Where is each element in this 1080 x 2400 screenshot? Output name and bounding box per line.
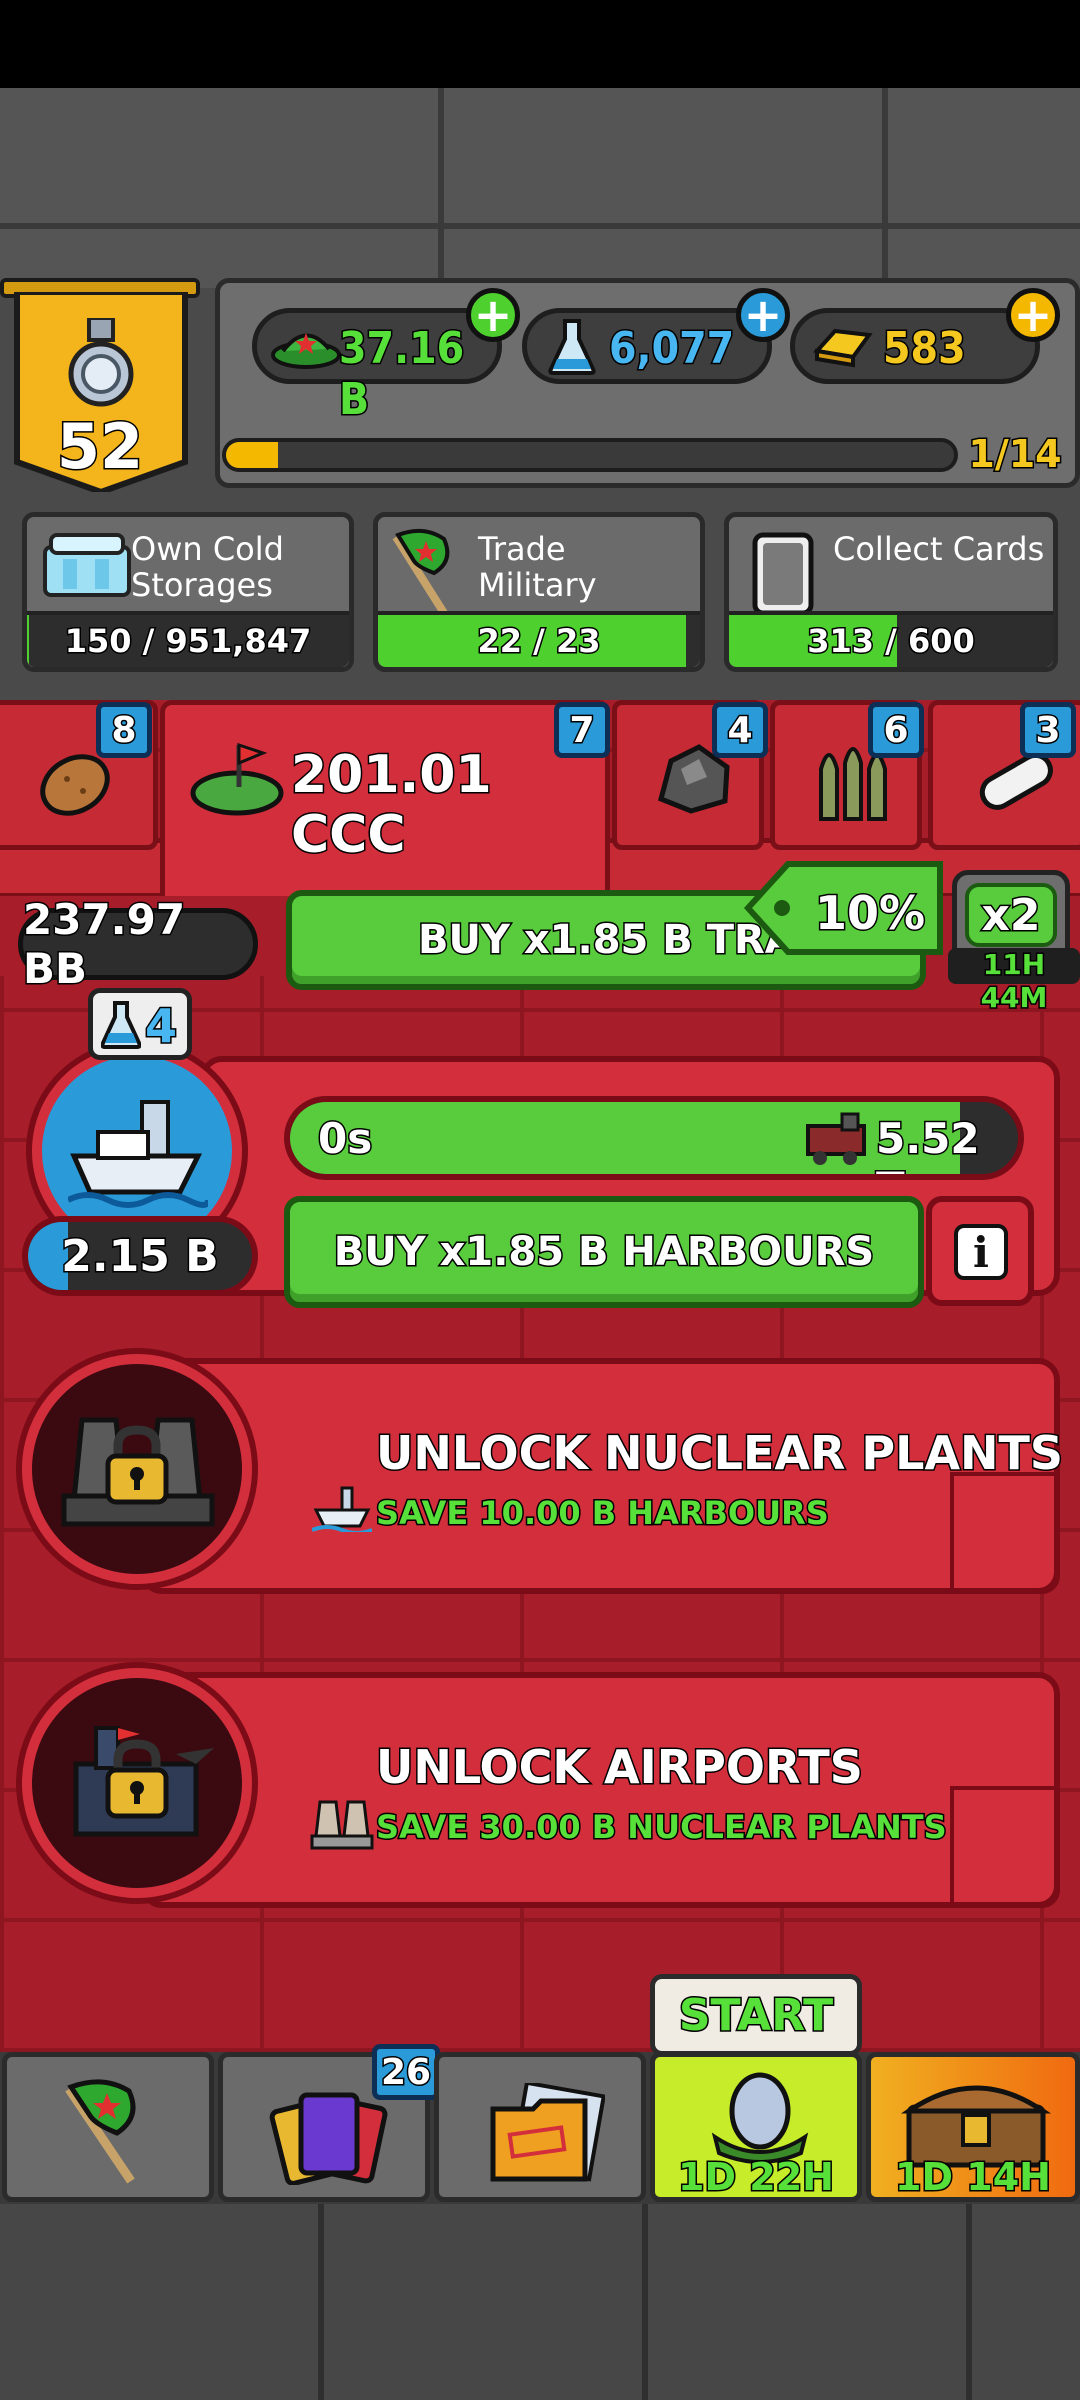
- quest-progress: 150 / 951,847: [63, 621, 313, 662]
- quest-progress: 313 / 600: [806, 621, 977, 662]
- harbours-info-button[interactable]: i: [926, 1196, 1034, 1306]
- medal-icon: [68, 318, 134, 407]
- unlock-airports-title: UNLOCK AIRPORTS: [375, 1739, 865, 1796]
- harbours-timer-label: 0s: [316, 1113, 373, 1165]
- add-science-button[interactable]: +: [736, 288, 790, 342]
- nav-egg-button[interactable]: 1D 22H: [650, 2052, 862, 2202]
- quest-collect-cards[interactable]: Collect Cards 313 / 600: [724, 512, 1058, 672]
- quest-trade-military[interactable]: Trade Military 22 / 23: [373, 512, 705, 672]
- boost-label: x2: [965, 883, 1057, 947]
- egg-nest-icon: [711, 2072, 809, 2164]
- status-bar: [0, 0, 1080, 88]
- xp-label: 1/14: [967, 431, 1063, 478]
- lock-icon: [105, 1739, 169, 1819]
- land-icon: [190, 742, 284, 816]
- unlock-nuclear-requirement: SAVE 10.00 B HARBOURS: [375, 1493, 831, 1534]
- ship-icon: [68, 1100, 208, 1208]
- stone-wall-bottom: [0, 2204, 1080, 2400]
- train-icon: [806, 1112, 866, 1165]
- xp-bar: [222, 438, 958, 472]
- level-number: 52: [55, 409, 144, 485]
- start-button[interactable]: START: [650, 1974, 862, 2056]
- gold-bar-icon: [813, 328, 873, 368]
- panel-corner-tile: [950, 1786, 1060, 1908]
- harbours-reward: 5.52 T: [875, 1113, 982, 1175]
- add-gold-button[interactable]: +: [1006, 288, 1060, 342]
- quest-label: Trade Military: [478, 530, 597, 604]
- trains-count: 237.97 BB: [18, 894, 258, 995]
- cards-icon: [269, 2092, 388, 2185]
- quest-progress: 22 / 23: [476, 621, 602, 662]
- tab-medicine-badge: 3: [1020, 702, 1076, 758]
- military-flag-icon: [65, 2079, 136, 2184]
- flask-icon: [101, 1001, 141, 1049]
- egg-timer: 1D 22H: [677, 2154, 836, 2201]
- tab-potato-badge: 8: [96, 702, 152, 758]
- boost-timer: 11H 44M: [948, 947, 1080, 1016]
- science-pill[interactable]: 6,077: [522, 308, 772, 384]
- add-military-cash-button[interactable]: +: [466, 288, 520, 342]
- quest-label: Own Cold Storages: [131, 530, 284, 604]
- info-icon: i: [954, 1224, 1008, 1280]
- buy-harbours-label: BUY x1.85 B HARBOURS: [332, 1228, 876, 1277]
- nav-cards-badge: 26: [372, 2044, 440, 2100]
- folder-icon: [490, 2083, 605, 2182]
- gold-value: 583: [882, 322, 968, 376]
- nav-documents-button[interactable]: [434, 2052, 646, 2202]
- gold-pill[interactable]: 583: [790, 308, 1040, 384]
- nuclear-locked-circle: [22, 1354, 252, 1584]
- airports-locked-circle: [22, 1668, 252, 1898]
- quest-cold-storages[interactable]: Own Cold Storages 150 / 951,847: [22, 512, 354, 672]
- ship-small-icon: [312, 1486, 372, 1532]
- tab-ammo-badge: 6: [868, 702, 924, 758]
- harbours-science-badge: 4: [88, 988, 192, 1060]
- harbours-count: 2.15 B: [60, 1229, 220, 1283]
- tab-land-active[interactable]: 201.01 CCC: [160, 700, 610, 896]
- xp-bar-fill: [226, 442, 278, 468]
- cold-storage-icon: [43, 533, 131, 597]
- buy-harbours-button[interactable]: BUY x1.85 B HARBOURS: [284, 1196, 924, 1308]
- science-badge-value: 4: [143, 998, 178, 1055]
- panel-corner-tile: [950, 1472, 1060, 1594]
- nav-military-button[interactable]: [2, 2052, 214, 2202]
- chest-timer: 1D 14H: [894, 2154, 1053, 2201]
- lock-icon: [105, 1425, 169, 1505]
- land-count: 201.01 CCC: [290, 744, 494, 867]
- tab-ore-badge: 4: [712, 702, 768, 758]
- tab-land-badge: 7: [554, 702, 610, 758]
- stone-wall-top: [0, 88, 1080, 288]
- card-icon: [752, 532, 814, 616]
- nav-chest-button[interactable]: 1D 14H: [866, 2052, 1080, 2202]
- unlock-airports-requirement: SAVE 30.00 B NUCLEAR PLANTS: [375, 1807, 949, 1848]
- harbours-count-pill: 2.15 B: [22, 1216, 258, 1296]
- military-cap-icon: [271, 333, 341, 369]
- harbours-timer-bar: 0s 5.52 T: [284, 1096, 1024, 1180]
- flask-icon: [548, 319, 596, 375]
- discount-label: 10%: [813, 885, 926, 942]
- military-flag-icon: [392, 528, 450, 616]
- level-banner[interactable]: 52: [0, 278, 200, 492]
- nuclear-plant-small-icon: [310, 1800, 374, 1850]
- science-value: 6,077: [607, 322, 735, 376]
- quest-label: Collect Cards: [833, 530, 1045, 568]
- military-cash-pill[interactable]: 37.16 B: [252, 308, 502, 427]
- info-glyph: i: [973, 1227, 989, 1277]
